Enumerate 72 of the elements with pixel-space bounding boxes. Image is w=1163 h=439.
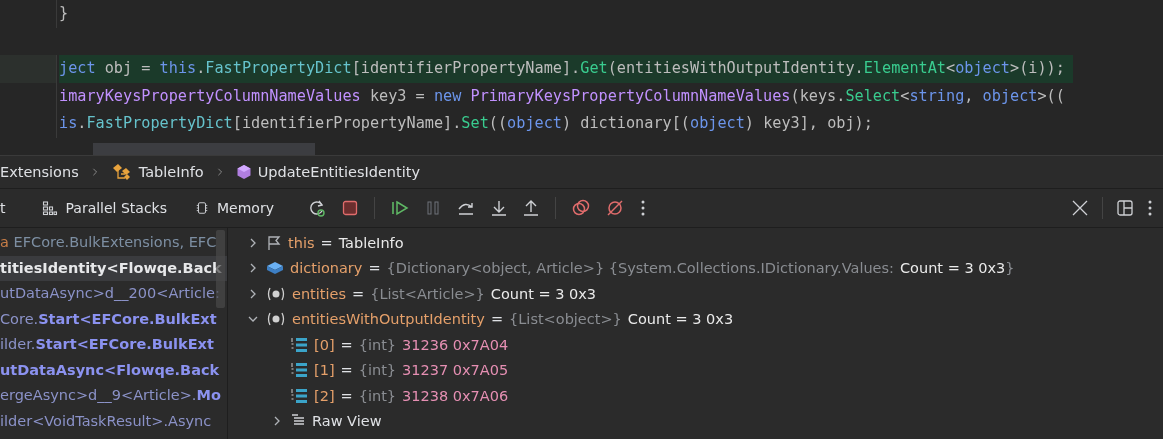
variable-value: 31236 0x7A04 <box>402 336 509 353</box>
mute-breakpoints-icon[interactable] <box>605 199 624 217</box>
flag-icon <box>266 234 282 251</box>
stack-frame[interactable]: ilder<VoidTaskResult>.Async <box>0 408 227 434</box>
equals-sign: = <box>320 234 333 251</box>
variable-type: {Dictionary<object, Article>} {System.Collections.IDictionary.Values: <box>386 260 894 277</box>
variable-value: Count = 3 0x3 <box>627 311 734 328</box>
chevron-icon <box>90 166 99 178</box>
equals-sign: = <box>352 285 365 302</box>
variable-name: this <box>288 234 315 251</box>
variable-value: 31237 0x7A05 <box>402 362 509 379</box>
more-icon[interactable] <box>639 199 646 217</box>
code-line: imaryKeysPropertyColumnNameValues key3 = new PrimaryKeysPropertyColumnNameValues(keys.Select<string, object>(( <box>59 85 1066 107</box>
variable-type: {int} <box>358 336 397 353</box>
more-icon[interactable] <box>1147 199 1153 217</box>
equals-sign: = <box>340 336 353 353</box>
variable-value: TableInfo <box>338 234 404 251</box>
list-icon <box>290 386 308 405</box>
toolbar-tab[interactable]: Parallel Stacks <box>41 200 181 216</box>
scrollbar-thumb[interactable] <box>93 143 315 155</box>
resume-icon[interactable] <box>390 200 409 216</box>
stack-frame[interactable]: titiesIdentity<Flowqe.Back <box>0 255 227 281</box>
cube-icon <box>235 164 252 180</box>
pause-icon <box>424 200 441 216</box>
variable-type: {int} <box>358 362 397 379</box>
variable-value: 31238 0x7A06 <box>402 387 509 404</box>
variable-name: [2] <box>314 387 335 404</box>
equals-sign: = <box>340 362 353 379</box>
variable-value: Count = 3 0x3 <box>899 260 1006 277</box>
variable-type: {int} <box>358 387 397 404</box>
field-icon <box>266 260 284 277</box>
chevron-icon <box>215 166 224 178</box>
code-line: } <box>59 3 70 24</box>
stack-frame[interactable]: utDataAsync>d__200<Article: <box>0 281 227 307</box>
toolbar-tab[interactable]: t <box>0 200 20 216</box>
variable-name: [0] <box>314 336 335 353</box>
variable-icon <box>266 285 286 302</box>
variable-name: dictionary <box>290 260 363 277</box>
toolbar-tab[interactable]: Memory <box>195 200 288 216</box>
variable-type: {List<object>} <box>509 311 622 328</box>
breakpoints-icon[interactable] <box>571 199 590 217</box>
variable-name: [1] <box>314 362 335 379</box>
variable-icon <box>266 311 286 328</box>
stack-frame[interactable]: ilder.Start<EFCore.BulkExt <box>0 332 227 358</box>
step-out-icon[interactable] <box>522 200 539 216</box>
list-icon <box>290 335 308 354</box>
equals-sign: = <box>340 387 353 404</box>
code-line: is.FastPropertyDict[identifierPropertyName].Set((object) dictionary[(object) key3], obj); <box>59 113 874 134</box>
equals-sign: = <box>368 260 381 277</box>
stack-frame[interactable]: utDataAsync<Flowqe.Back <box>0 357 227 383</box>
memory-icon <box>195 200 209 216</box>
stacks-icon <box>41 200 58 216</box>
variable-name: Raw View <box>312 413 382 430</box>
rerun-icon[interactable] <box>307 199 326 217</box>
variable-name: entitiesWithOutputIdentity <box>292 311 485 328</box>
stop-icon[interactable] <box>341 200 358 216</box>
stack-frame[interactable]: Core.Start<EFCore.BulkExt <box>0 306 227 332</box>
step-into-icon[interactable] <box>490 200 507 216</box>
stack-frame[interactable]: a EFCore.BulkExtensions, EFC <box>0 230 227 256</box>
equals-sign: = <box>490 311 504 328</box>
step-over-icon[interactable] <box>456 200 475 216</box>
breadcrumb-item[interactable]: Extensions <box>0 164 79 180</box>
brace: } <box>1005 260 1015 277</box>
layout-icon[interactable] <box>1117 200 1133 216</box>
stack-frame[interactable]: ergeAsync>d__9<Article>.Mo <box>0 383 227 409</box>
variable-type: {List<Article>} <box>370 285 485 302</box>
breadcrumb-item[interactable]: TableInfo <box>138 164 204 180</box>
close-icon[interactable] <box>1072 200 1088 216</box>
list-icon <box>290 361 308 380</box>
breadcrumb-item[interactable]: UpdateEntitiesIdentity <box>257 164 421 180</box>
variable-name: entities <box>292 285 346 302</box>
variable-value: Count = 3 0x3 <box>490 285 597 302</box>
